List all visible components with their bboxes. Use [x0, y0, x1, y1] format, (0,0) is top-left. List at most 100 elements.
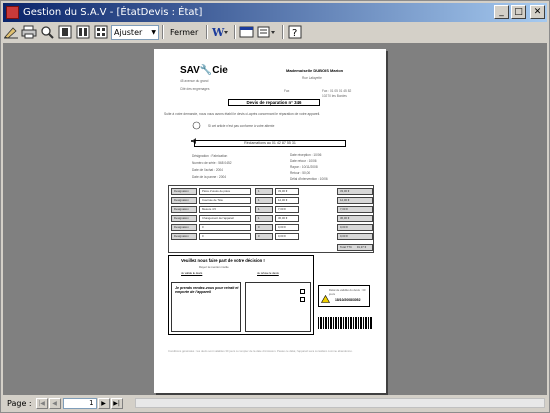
one-page-button[interactable]	[57, 24, 73, 40]
toolbar-separator	[282, 25, 285, 39]
toolbar-separator	[206, 25, 209, 39]
next-page-button[interactable]: ▶	[97, 397, 110, 409]
part-total: 12,00 €	[337, 197, 373, 204]
part-label: Designation	[171, 215, 197, 222]
handwritten-note: Je prends rendez-vous pour retrait et em…	[175, 286, 239, 294]
info-left-2: Numéro de série : 568 0452	[192, 161, 232, 165]
part-designation: 0	[199, 233, 251, 240]
zoom-value: Ajuster	[114, 27, 143, 37]
info-right-5: Délai d'intervention : 10/06	[290, 177, 328, 181]
last-page-button[interactable]: ▶|	[110, 397, 123, 409]
window-controls: _ □ ✕	[494, 5, 545, 19]
status-bar: Page : |◀ ◀ 1 ▶ ▶|	[3, 396, 547, 410]
decision-accept-title: Je valide le devis	[181, 271, 203, 275]
part-total: 36,00 €	[337, 215, 373, 222]
part-total: 0,00 €	[337, 233, 373, 240]
footer-conditions: Conditions générales : les devis sont va…	[168, 349, 353, 353]
part-quantity: 0	[255, 233, 273, 240]
reclamation-text: Si cet article n'est pas conforme à votr…	[208, 124, 275, 128]
part-designation: Changement de l'appareil	[199, 215, 251, 222]
minimize-button[interactable]: _	[494, 5, 509, 19]
zoom-button[interactable]	[39, 24, 55, 40]
part-unit-price: 0,00 €	[275, 224, 299, 231]
toolbar-separator	[234, 25, 237, 39]
magnifier-icon	[41, 26, 54, 39]
part-quantity: 1	[255, 197, 273, 204]
zoom-select[interactable]: Ajuster ▼	[111, 24, 159, 40]
part-quantity: 1	[255, 215, 273, 222]
word-export-icon: W	[211, 26, 229, 39]
customer-fax-label: Fax	[284, 89, 290, 93]
first-page-button[interactable]: |◀	[35, 397, 48, 409]
part-quantity: 0	[255, 224, 273, 231]
reclamation-phone-box: Réclamations au 01 42 87 55 31	[194, 140, 346, 147]
customer-address-line1: Rue Lafayette	[302, 76, 322, 80]
page-number-input[interactable]: 1	[62, 397, 97, 409]
print-button[interactable]	[21, 24, 37, 40]
part-unit-price: 12,00 €	[275, 197, 299, 204]
two-pages-button[interactable]	[75, 24, 91, 40]
info-left-1: Désignation : Fabrication	[192, 154, 228, 158]
decision-box: Veuillez nous faire part de votre décisi…	[168, 255, 314, 335]
shop-address-line2: Cité des engrenages	[180, 87, 210, 91]
view-mode-button[interactable]	[3, 24, 19, 40]
close-window-button[interactable]: ✕	[530, 5, 545, 19]
part-total: 33,00 €	[337, 188, 373, 195]
parts-table: Designation Pièce d'usure de pièce 1 33,00 …	[168, 185, 374, 253]
customer-name: Mademoiselle DUBOIS Marion	[286, 68, 344, 73]
info-left-3: Date de l'achat : 2004	[192, 168, 223, 172]
prev-page-button[interactable]: ◀	[48, 397, 61, 409]
database-window-button[interactable]	[239, 24, 255, 40]
printer-icon	[21, 25, 37, 39]
decision-title: Veuillez nous faire part de votre décisi…	[181, 258, 265, 263]
help-button[interactable]: ?	[287, 24, 303, 40]
info-left-4: Date de la panne : 2004	[192, 175, 227, 179]
validity-code: 18/10/2008/3052	[335, 298, 361, 302]
info-right-1: Date réception : 10/06	[290, 153, 322, 157]
new-object-icon	[257, 26, 276, 38]
chevron-down-icon: ▼	[151, 28, 156, 36]
part-label: Designation	[171, 224, 197, 231]
part-designation: Mesure 4.5	[199, 206, 251, 213]
decision-subtitle: Rayez la mention inutile	[199, 265, 229, 269]
app-window: Gestion du S.A.V - [ÉtatDevis : État] _ …	[0, 0, 550, 413]
multiple-pages-button[interactable]	[93, 24, 109, 40]
part-quantity: 1	[255, 188, 273, 195]
shop-address-line1: 45 avenue du grand	[180, 79, 209, 83]
part-unit-price: 7,00 €	[275, 206, 299, 213]
part-unit-price: 0,00 €	[275, 233, 299, 240]
part-unit-price: 36,00 €	[275, 215, 299, 222]
refuse-checkbox-1[interactable]	[300, 289, 305, 294]
decision-refuse-box[interactable]	[245, 282, 311, 332]
warning-icon	[321, 295, 330, 303]
info-right-4: Retour : 50,00	[290, 171, 311, 175]
company-logo: SAV🔧Cie	[180, 65, 228, 76]
report-preview-area[interactable]: SAV🔧Cie 45 avenue du grand Cité des engr…	[3, 43, 547, 395]
part-label: Designation	[171, 188, 197, 195]
customer-fax: Fax : 01 05 01 45 82	[322, 89, 352, 93]
access-app-icon[interactable]	[6, 6, 19, 19]
refuse-checkbox-2[interactable]	[300, 297, 305, 302]
multiple-pages-icon	[94, 25, 108, 39]
window-title: Gestion du S.A.V - [ÉtatDevis : État]	[23, 7, 203, 18]
pencil-ruler-icon	[4, 27, 18, 39]
part-designation: 0	[199, 224, 251, 231]
export-word-button[interactable]: W	[211, 24, 229, 40]
preview-toolbar: Ajuster ▼ Fermer W ?	[3, 23, 547, 41]
quote-title: Devis de reparation n° 346	[228, 99, 320, 106]
part-label: Designation	[171, 197, 197, 204]
total-row: Total TTC 91,37 €	[337, 244, 373, 251]
part-designation: Courroie de Tête	[199, 197, 251, 204]
maximize-button[interactable]: □	[511, 5, 526, 19]
horizontal-scrollbar[interactable]	[135, 398, 545, 408]
toolbar-separator	[162, 25, 164, 39]
svg-text:W: W	[211, 26, 225, 39]
page-label: Page :	[7, 398, 32, 408]
title-bar[interactable]: Gestion du S.A.V - [ÉtatDevis : État] _ …	[3, 3, 547, 22]
customer-address-line2: 10270 les Bordes	[322, 94, 347, 98]
decision-accept-box[interactable]: Je prends rendez-vous pour retrait et em…	[171, 282, 241, 332]
new-object-button[interactable]	[257, 24, 277, 40]
part-designation: Pièce d'usure de pièce	[199, 188, 251, 195]
svg-text:?: ?	[292, 28, 297, 39]
close-preview-button[interactable]: Fermer	[167, 24, 201, 40]
